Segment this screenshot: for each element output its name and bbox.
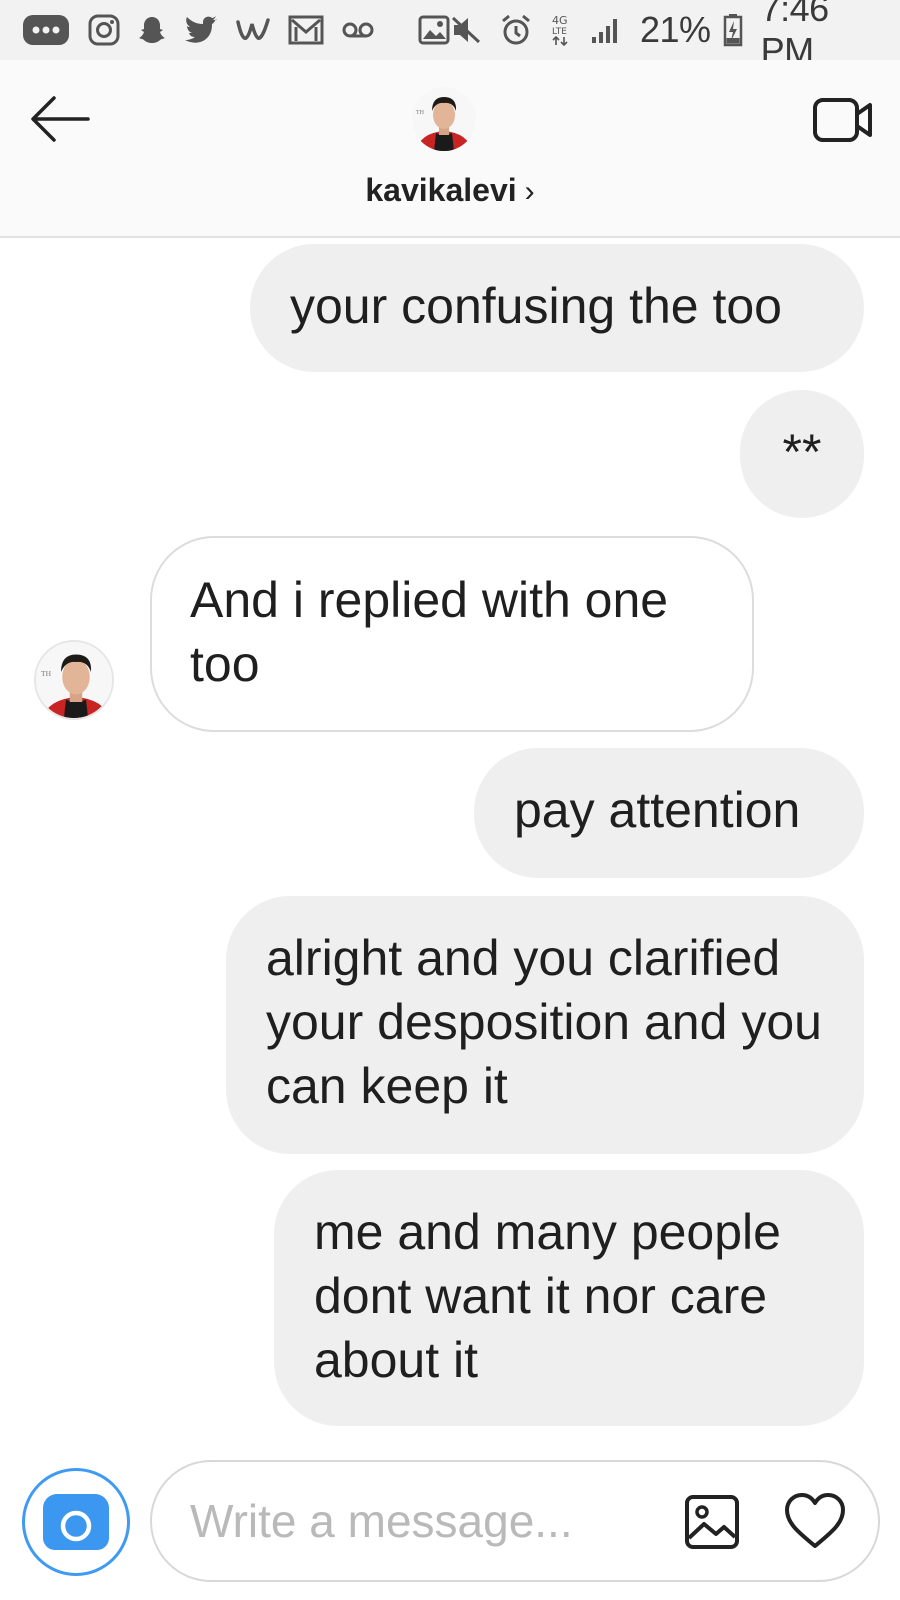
message-text: me and many people dont want it nor care… [314,1204,781,1388]
instagram-icon [88,14,120,46]
status-bar: 4G LTE 21% 7:46 PM [0,0,900,71]
gallery-notification-icon [418,15,450,45]
message-text: ** [782,424,822,480]
w-app-icon [236,16,270,44]
username-label: kavikalevi [365,172,517,208]
message-bubble-outgoing[interactable]: your confusing the too [250,244,864,372]
battery-charging-icon [723,13,743,47]
message-bubble-incoming[interactable]: And i replied with one too [150,536,754,732]
like-button[interactable] [784,1492,846,1550]
svg-text:LTE: LTE [552,27,567,37]
notification-icons [22,14,450,46]
network-4g-icon: 4G LTE [550,13,572,47]
back-button[interactable] [28,94,92,144]
sender-avatar[interactable]: TH [34,640,114,720]
gmail-icon [288,15,324,45]
chevron-right-icon: › [524,175,535,208]
voicemail-icon [342,20,374,40]
mute-icon [450,15,482,45]
message-bubble-outgoing[interactable]: me and many people dont want it nor care… [274,1170,864,1426]
snapchat-icon [138,15,166,45]
signal-icon [590,15,622,45]
svg-text:TH: TH [41,669,52,678]
video-call-button[interactable] [812,96,874,144]
gallery-button[interactable] [684,1494,740,1550]
video-call-icon [813,98,872,142]
header-avatar[interactable]: TH [412,87,476,151]
message-text: alright and you clarified your despositi… [266,930,822,1114]
svg-text:4G: 4G [552,14,568,27]
more-dots-icon [22,14,70,46]
battery-percent: 21% [640,9,711,50]
profile-photo: TH [36,642,112,718]
camera-icon [43,1494,109,1550]
message-bubble-outgoing[interactable]: alright and you clarified your despositi… [226,896,864,1154]
message-text: And i replied with one too [190,572,669,692]
svg-text:TH: TH [416,110,425,116]
message-bubble-outgoing[interactable]: pay attention [474,748,864,878]
message-input[interactable] [150,1460,880,1582]
twitter-icon [184,16,218,44]
chat-header: TH kavikalevi › [0,60,900,238]
message-bubble-outgoing[interactable]: ** [740,390,864,518]
arrow-left-icon [31,96,90,142]
message-text: your confusing the too [290,278,782,334]
profile-photo: TH [412,87,476,151]
image-icon [685,1495,739,1549]
alarm-icon [500,14,532,46]
message-text: pay attention [514,782,801,838]
camera-button[interactable] [22,1468,130,1576]
chat-username[interactable]: kavikalevi › [0,172,900,209]
heart-icon [785,1493,845,1548]
